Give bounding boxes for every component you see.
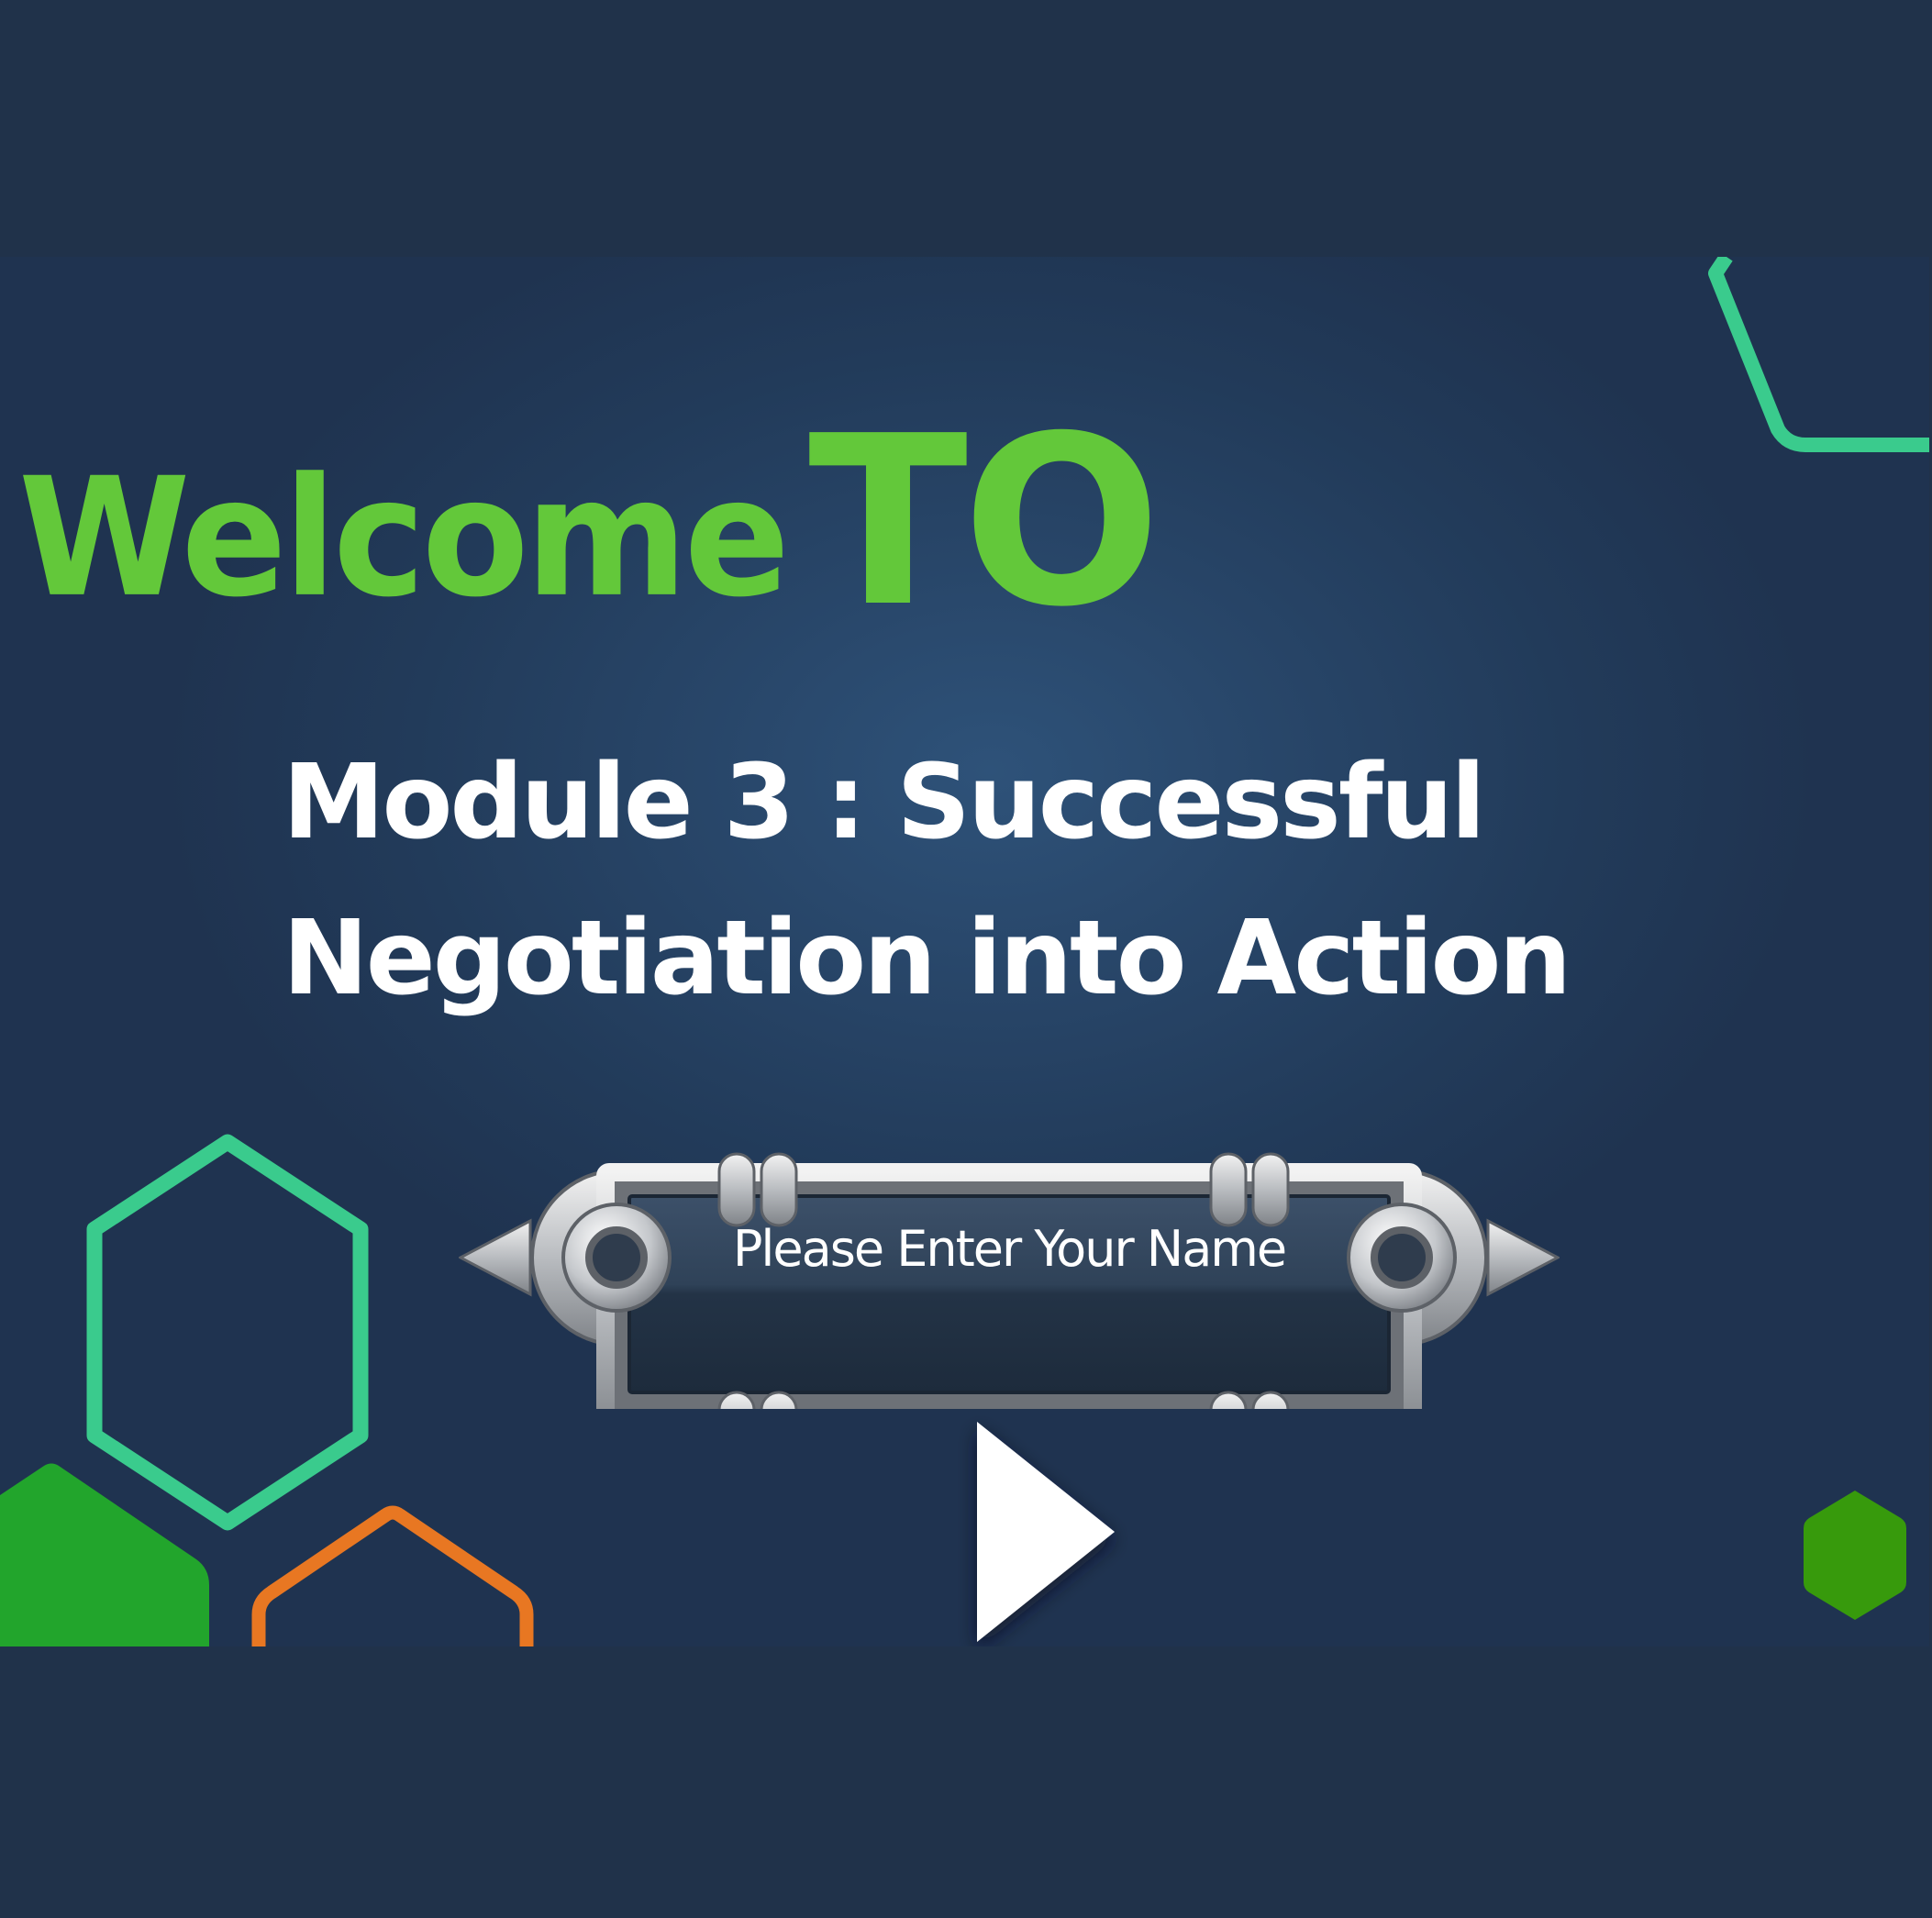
name-input[interactable] bbox=[647, 1212, 1371, 1285]
welcome-heading: WelcomeTO bbox=[18, 394, 1161, 639]
teal-hexagon-icon bbox=[86, 1134, 369, 1531]
name-entry-frame bbox=[459, 1079, 1560, 1409]
welcome-slide: WelcomeTO Module 3 : Successful Negotiat… bbox=[0, 257, 1929, 1646]
module-title: Module 3 : Successful Negotiation into A… bbox=[283, 743, 1571, 1018]
play-button[interactable] bbox=[954, 1408, 1128, 1646]
orange-hexagon-icon bbox=[251, 1505, 534, 1646]
to-word: TO bbox=[808, 386, 1161, 659]
play-triangle-icon bbox=[977, 1422, 1115, 1642]
page: WelcomeTO Module 3 : Successful Negotiat… bbox=[0, 0, 1932, 1918]
welcome-word: Welcome bbox=[18, 443, 790, 634]
small-green-hexagon-icon bbox=[1804, 1491, 1906, 1620]
teal-hexagon-top-right-icon bbox=[1708, 257, 1929, 452]
